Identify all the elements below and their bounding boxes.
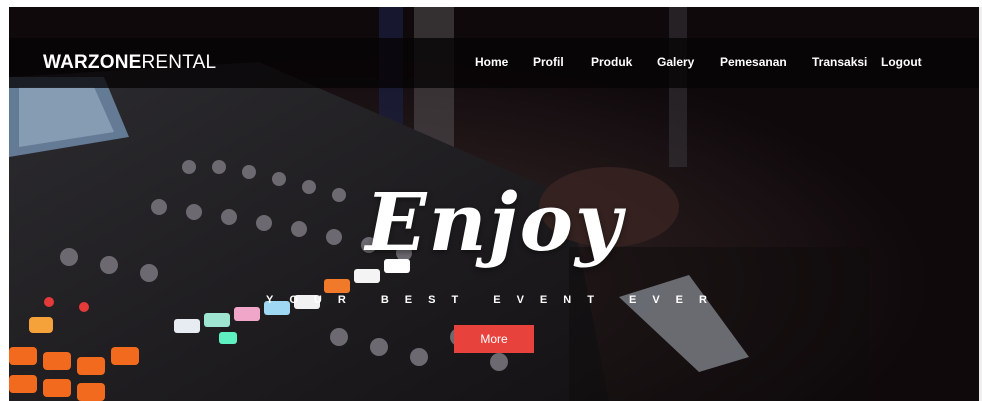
nav-item-galery[interactable]: Galery [657,55,694,69]
nav-item-home[interactable]: Home [475,55,508,69]
nav-item-pemesanan[interactable]: Pemesanan [720,55,787,69]
nav-item-profil[interactable]: Profil [533,55,564,69]
brand-name-light: RENTAL [141,52,217,73]
hero-banner: WARZONERENTAL Home Profil Produk Galery … [9,7,980,401]
more-button[interactable]: More [454,325,534,353]
nav-item-transaksi[interactable]: Transaksi [812,55,867,69]
hero-tagline: YOUR BEST EVENT EVER [266,294,723,306]
brand-logo[interactable]: WARZONERENTAL [43,52,216,74]
hero-headline: Enjoy [365,175,624,269]
nav-item-produk[interactable]: Produk [591,55,632,69]
brand-name-strong: WARZONE [43,52,142,73]
nav-item-logout[interactable]: Logout [881,55,922,69]
top-navbar: WARZONERENTAL Home Profil Produk Galery … [9,38,980,88]
